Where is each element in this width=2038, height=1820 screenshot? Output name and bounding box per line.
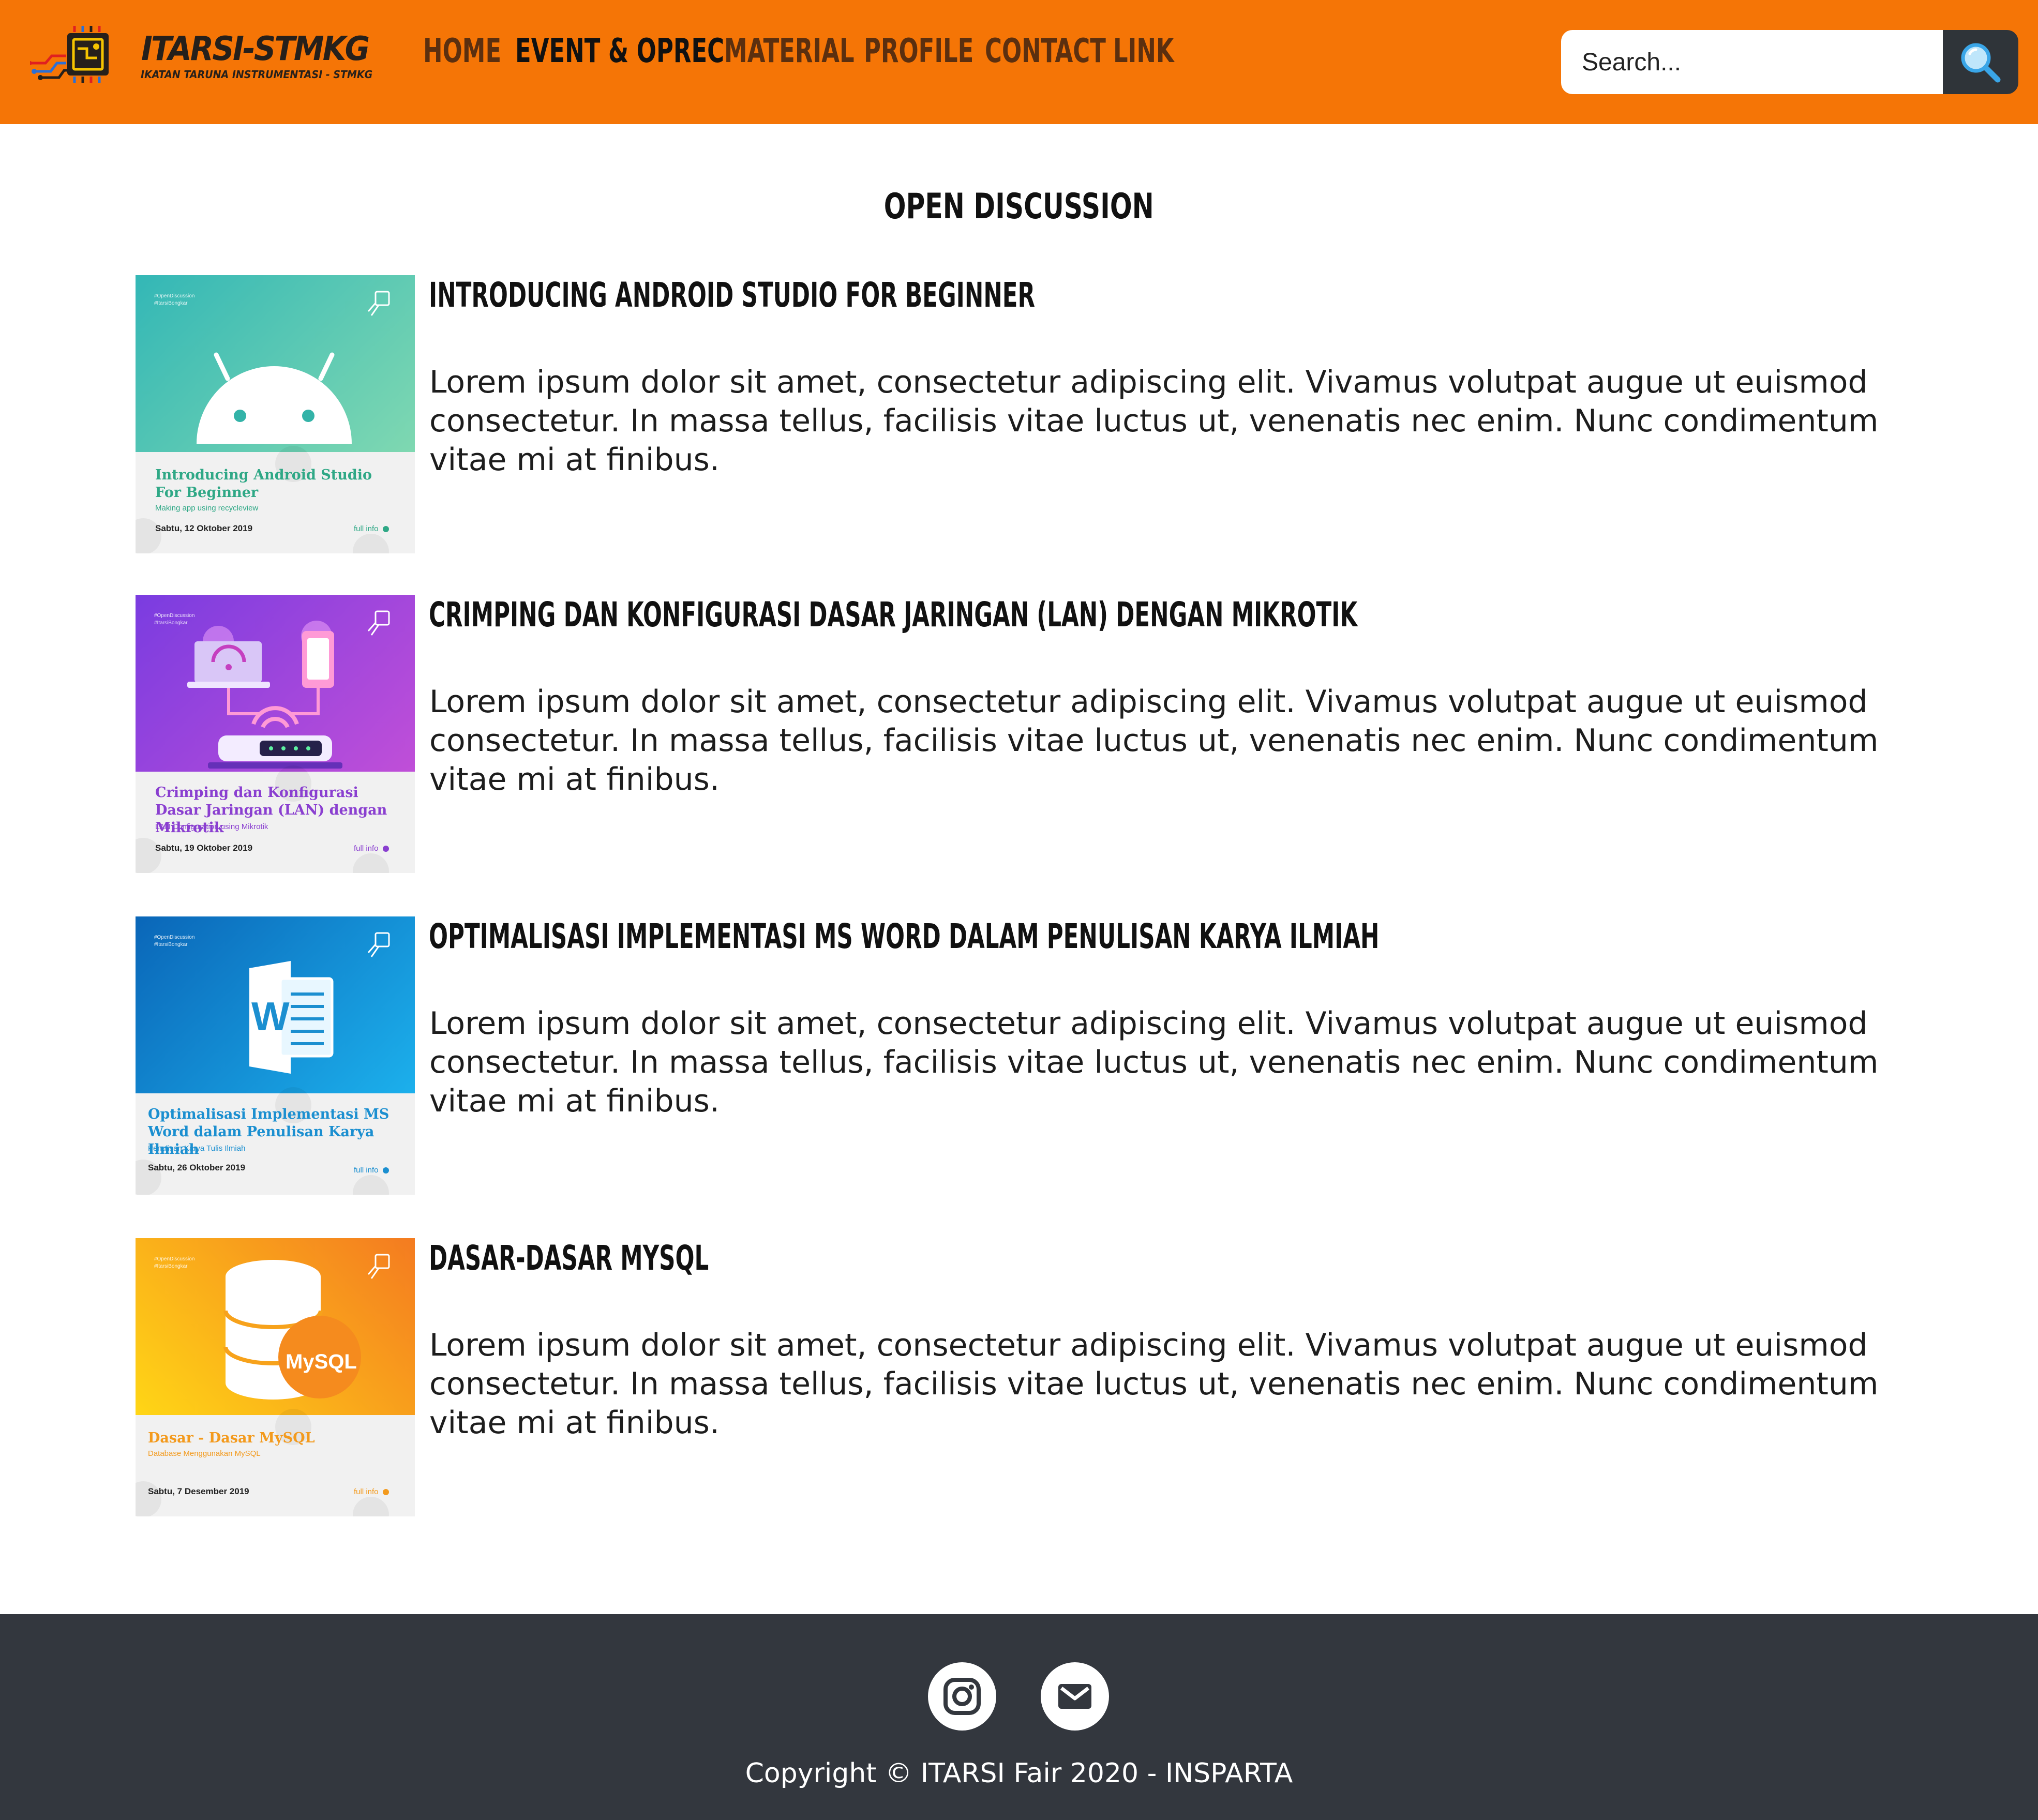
thumbnail-full-info: full info — [354, 1166, 389, 1175]
post-body: Lorem ipsum dolor sit amet, consectetur … — [429, 1005, 1879, 1119]
thumbnail-heading: Dasar - Dasar MySQL — [148, 1430, 315, 1446]
nav-material[interactable]: MATERIAL — [724, 32, 855, 70]
post-title[interactable]: OPTIMALISASI IMPLEMENTASI MS WORD DALAM … — [429, 916, 1380, 956]
thumbnail-full-info: full info — [354, 1487, 389, 1496]
post-item: #OpenDiscussion #ItarsiBongkar MySQL Das… — [136, 1238, 1946, 1517]
thumbnail-heading: Introducing Android Studio For Beginner — [155, 467, 372, 501]
post-body: Lorem ipsum dolor sit amet, consectetur … — [429, 1327, 1879, 1441]
router-network-icon — [187, 621, 342, 769]
android-icon — [197, 352, 352, 444]
chip-logo-icon — [367, 610, 390, 636]
thumbnail-banner: #OpenDiscussion #ItarsiBongkar — [136, 275, 415, 452]
thumbnail-full-info: full info — [354, 524, 389, 533]
mysql-label: MySQL — [286, 1350, 357, 1373]
thumbnail-hashtags: #OpenDiscussion #ItarsiBongkar — [154, 935, 195, 947]
arrow-dot-icon — [382, 1167, 389, 1174]
thumbnail-date: Sabtu, 7 Desember 2019 — [148, 1486, 249, 1496]
search-button[interactable] — [1943, 30, 2018, 94]
search-box — [1561, 30, 1944, 94]
copyright-text: Copyright © ITARSI Fair 2020 - INSPARTA — [745, 1758, 1293, 1789]
thumbnail-date: Sabtu, 26 Oktober 2019 — [148, 1163, 246, 1172]
site-header: ITARSI-STMKG IKATAN TARUNA INSTRUMENTASI… — [0, 0, 2038, 124]
logo-title: ITARSI-STMKG — [141, 30, 370, 68]
nav-event-oprec[interactable]: EVENT & OPREC — [515, 32, 724, 70]
post-item: #OpenDiscussion #ItarsiBongkar Introduci… — [136, 275, 1946, 554]
thumbnail-full-info: full info — [354, 844, 389, 853]
chip-logo-icon — [30, 26, 109, 83]
post-item: #OpenDiscussion #ItarsiBongkar Crimping … — [136, 595, 1946, 874]
post-thumbnail[interactable]: #OpenDiscussion #ItarsiBongkar Introduci… — [136, 275, 415, 553]
post-body: Lorem ipsum dolor sit amet, consectetur … — [429, 364, 1879, 478]
post-title[interactable]: CRIMPING DAN KONFIGURASI DASAR JARINGAN … — [429, 595, 1357, 635]
nav-link[interactable]: LINK — [1113, 32, 1174, 70]
ms-word-letter: W — [251, 994, 290, 1039]
arrow-dot-icon — [382, 846, 389, 852]
ms-word-icon: W — [249, 961, 334, 1074]
post-thumbnail[interactable]: #OpenDiscussion #ItarsiBongkar MySQL Das… — [136, 1238, 415, 1516]
mysql-database-icon: MySQL — [223, 1260, 361, 1400]
arrow-dot-icon — [382, 526, 389, 533]
post-title[interactable]: DASAR-DASAR MYSQL — [429, 1238, 709, 1278]
email-link[interactable] — [1041, 1662, 1109, 1731]
logo-subtitle: IKATAN TARUNA INSTRUMENTASI - STMKG — [141, 68, 373, 81]
magnifier-icon — [1961, 43, 2001, 83]
post-thumbnail[interactable]: #OpenDiscussion #ItarsiBongkar Crimping … — [136, 595, 415, 873]
instagram-icon — [943, 1678, 981, 1715]
site-footer: Copyright © ITARSI Fair 2020 - INSPARTA — [0, 1614, 2038, 1820]
post-thumbnail[interactable]: #OpenDiscussion #ItarsiBongkar W Optimal… — [136, 916, 415, 1195]
thumbnail-hashtags: #OpenDiscussion #ItarsiBongkar — [154, 293, 195, 306]
thumbnail-subtitle: Penulisan Karya Tulis Ilmiah — [148, 1144, 246, 1153]
thumbnail-hashtags: #OpenDiscussion #ItarsiBongkar — [154, 1256, 195, 1269]
post-title[interactable]: INTRODUCING ANDROID STUDIO FOR BEGINNER — [429, 275, 1035, 315]
instagram-link[interactable] — [928, 1662, 996, 1731]
thumbnail-subtitle: Database Menggunakan MySQL — [148, 1449, 261, 1458]
thumbnail-subtitle: LAN Configuration using Mikrotik — [155, 822, 268, 831]
nav-contact[interactable]: CONTACT — [985, 32, 1106, 70]
nav-home[interactable]: HOME — [423, 32, 501, 70]
thumbnail-date: Sabtu, 19 Oktober 2019 — [155, 843, 253, 853]
thumbnail-banner: #OpenDiscussion #ItarsiBongkar MySQL — [136, 1238, 415, 1415]
post-item: #OpenDiscussion #ItarsiBongkar W Optimal… — [136, 916, 1946, 1196]
site-logo[interactable]: ITARSI-STMKG IKATAN TARUNA INSTRUMENTASI… — [30, 26, 382, 83]
search-input[interactable] — [1561, 30, 1923, 94]
chip-logo-icon — [367, 932, 390, 957]
envelope-icon — [1058, 1684, 1091, 1709]
page-title: OPEN DISCUSSION — [883, 186, 1155, 227]
nav-profile[interactable]: PROFILE — [864, 32, 973, 70]
thumbnail-date: Sabtu, 12 Oktober 2019 — [155, 523, 253, 533]
chip-logo-icon — [367, 291, 390, 316]
post-body: Lorem ipsum dolor sit amet, consectetur … — [429, 684, 1879, 798]
thumbnail-banner: #OpenDiscussion #ItarsiBongkar — [136, 595, 415, 772]
arrow-dot-icon — [382, 1489, 389, 1496]
thumbnail-subtitle: Making app using recycleview — [155, 504, 259, 513]
thumbnail-banner: #OpenDiscussion #ItarsiBongkar W — [136, 916, 415, 1093]
